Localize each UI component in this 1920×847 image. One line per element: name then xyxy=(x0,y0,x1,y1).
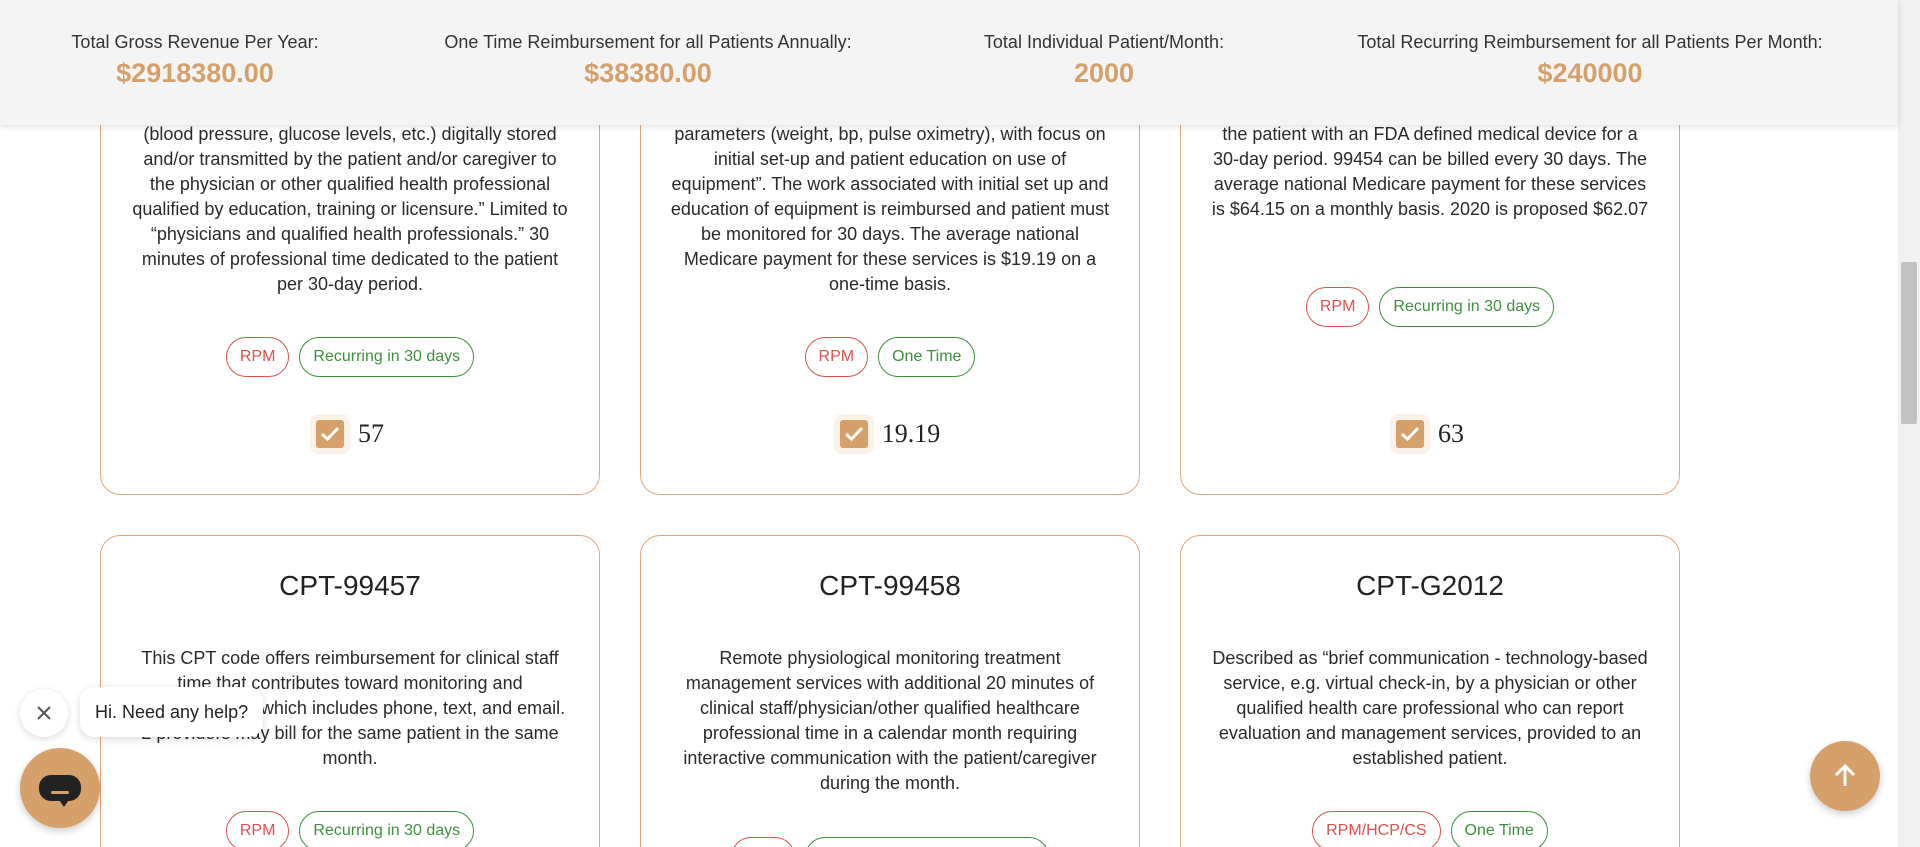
gross-revenue-stat: Total Gross Revenue Per Year: $2918380.0… xyxy=(71,30,318,90)
patients-stat: Total Individual Patient/Month: 2000 xyxy=(984,30,1224,90)
tag-partial xyxy=(731,837,795,847)
tag-one-time: One Time xyxy=(1450,811,1548,847)
cpt-card: the patient with an FDA defined medical … xyxy=(1180,80,1680,495)
check-icon xyxy=(844,426,863,442)
card-title: CPT-G2012 xyxy=(1356,570,1504,601)
tag-rpm-hcp-cs: RPM/HCP/CS xyxy=(1312,811,1441,847)
card-title: CPT-99457 xyxy=(279,570,421,601)
stat-label: Total Gross Revenue Per Year: xyxy=(71,32,319,52)
tag-recurring: Recurring in 30 days xyxy=(299,811,475,847)
card-description: the patient with an FDA defined medical … xyxy=(1211,124,1649,219)
one-time-stat: One Time Reimbursement for all Patients … xyxy=(444,30,851,90)
price-checkbox[interactable] xyxy=(839,420,868,448)
tag-rpm: RPM xyxy=(225,811,290,847)
stat-value: $38380.00 xyxy=(584,58,712,88)
chat-launcher-button[interactable] xyxy=(20,748,100,828)
cpt-card: (blood pressure, glucose levels, etc.) d… xyxy=(100,80,600,495)
price-row: 19.19 xyxy=(641,419,1139,449)
tag-rpm: RPM xyxy=(225,337,290,377)
recurring-stat: Total Recurring Reimbursement for all Pa… xyxy=(1357,30,1822,90)
tag-recurring: Recurring in 30 days xyxy=(1379,287,1555,327)
card-description: Remote physiological monitoring treatmen… xyxy=(683,648,1097,793)
card-tags: RPM Recurring in 30 days xyxy=(101,337,599,377)
chat-close-button[interactable] xyxy=(20,689,68,737)
card-tags: RPM Recurring in 30 days xyxy=(101,811,599,847)
check-icon xyxy=(320,426,340,442)
scroll-to-top-button[interactable] xyxy=(1810,741,1880,811)
card-description: Described as “brief communication - tech… xyxy=(1212,648,1648,768)
price-value: 19.19 xyxy=(881,419,941,448)
cpt-card: CPT-G2012 Described as “brief communicat… xyxy=(1180,535,1680,847)
close-icon xyxy=(37,706,51,720)
card-tags: RPM/HCP/CS One Time xyxy=(1181,811,1679,847)
card-title: CPT-99458 xyxy=(819,570,961,601)
price-value: 63 xyxy=(1438,419,1464,448)
tag-rpm: RPM xyxy=(1305,287,1370,327)
stat-value: 2000 xyxy=(1073,58,1135,88)
scrollbar-thumb[interactable] xyxy=(1901,262,1917,424)
stat-label: One Time Reimbursement for all Patients … xyxy=(444,32,852,52)
tag-one-time: One Time xyxy=(878,337,976,377)
chat-greeting[interactable]: Hi. Need any help? xyxy=(80,687,264,737)
stat-label: Total Individual Patient/Month: xyxy=(983,32,1225,52)
stat-value: $240000 xyxy=(1537,58,1643,88)
card-description: parameters (weight, bp, pulse oximetry),… xyxy=(670,124,1110,294)
price-row: 63 xyxy=(1181,419,1679,449)
tag-partial xyxy=(805,837,1049,847)
stat-label: Total Recurring Reimbursement for all Pa… xyxy=(1357,32,1823,52)
price-row: 57 xyxy=(101,419,599,449)
arrow-up-icon xyxy=(1834,763,1856,786)
cpt-card: parameters (weight, bp, pulse oximetry),… xyxy=(640,80,1140,495)
card-tags: RPM One Time xyxy=(641,337,1139,377)
tag-rpm: RPM xyxy=(804,337,869,377)
card-tags: RPM Recurring in 30 days xyxy=(1181,287,1679,327)
cpt-card: CPT-99458 Remote physiological monitorin… xyxy=(640,535,1140,847)
card-description: (blood pressure, glucose levels, etc.) d… xyxy=(132,124,568,294)
card-tags xyxy=(641,837,1139,847)
price-value: 57 xyxy=(358,419,384,448)
tag-recurring: Recurring in 30 days xyxy=(299,337,475,377)
price-checkbox[interactable] xyxy=(316,420,344,448)
check-icon xyxy=(1400,426,1420,442)
scrollbar[interactable] xyxy=(1898,0,1920,847)
price-checkbox[interactable] xyxy=(1396,420,1424,448)
summary-bar: Total Gross Revenue Per Year: $2918380.0… xyxy=(0,0,1898,125)
stat-value: $2918380.00 xyxy=(116,58,274,88)
chat-icon xyxy=(39,775,81,807)
